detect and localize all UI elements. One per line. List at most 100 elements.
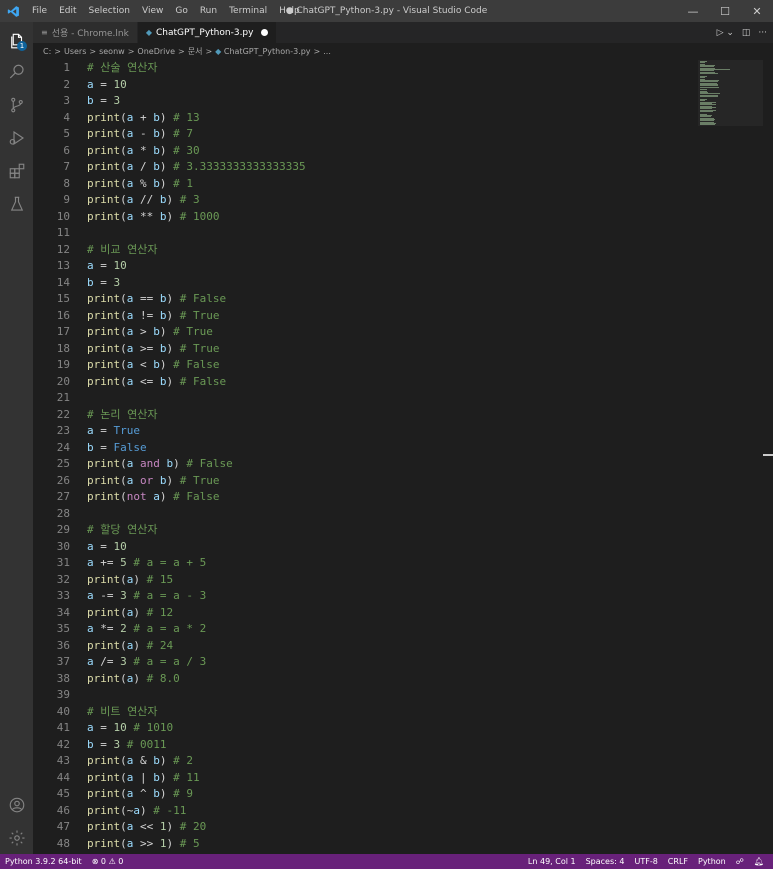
modified-dot-icon[interactable] [261,29,269,36]
account-icon[interactable] [0,788,33,821]
maximize-button[interactable]: ☐ [709,0,741,22]
code-line[interactable]: 32 print(a) # 15 [33,572,693,589]
code-line[interactable]: 5 print(a - b) # 7 [33,126,693,143]
code-line[interactable]: 26 print(a or b) # True [33,473,693,490]
code-line[interactable]: 11 [33,225,693,242]
problems-count[interactable]: ⊗ 0 ⚠ 0 [87,857,129,866]
cursor-position[interactable]: Ln 49, Col 1 [523,857,581,866]
code-text: a = True [87,423,140,440]
menu-help[interactable]: Help [273,0,306,22]
code-line[interactable]: 37 a /= 3 # a = a / 3 [33,654,693,671]
menu-selection[interactable]: Selection [83,0,136,22]
code-line[interactable]: 30 a = 10 [33,539,693,556]
end-of-line[interactable]: CRLF [663,857,693,866]
breadcrumb-symbols[interactable]: ... [323,47,331,56]
source-control-icon[interactable] [0,88,33,121]
breadcrumb-onedrive[interactable]: OneDrive [137,47,175,56]
code-line[interactable]: 46 print(~a) # -11 [33,803,693,820]
code-line[interactable]: 9 print(a // b) # 3 [33,192,693,209]
notifications-bell-icon[interactable]: 🔔︎ [749,857,769,866]
menu-run[interactable]: Run [194,0,223,22]
breadcrumb-seonw[interactable]: seonw [99,47,125,56]
code-text: a *= 2 # a = a * 2 [87,621,206,638]
run-python-file-button[interactable]: ▷ ⌄ [717,28,734,38]
code-line[interactable]: 34 print(a) # 12 [33,605,693,622]
language-mode[interactable]: Python [693,857,731,866]
more-actions-button[interactable]: ··· [758,28,767,38]
code-line[interactable]: 22 # 논리 연산자 [33,407,693,424]
code-line[interactable]: 23 a = True [33,423,693,440]
minimize-button[interactable]: — [677,0,709,22]
code-line[interactable]: 19 print(a < b) # False [33,357,693,374]
code-line[interactable]: 17 print(a > b) # True [33,324,693,341]
breadcrumb-users[interactable]: Users [64,47,86,56]
code-line[interactable]: 4 print(a + b) # 13 [33,110,693,127]
breadcrumb-drive[interactable]: C: [43,47,51,56]
code-line[interactable]: 21 [33,390,693,407]
menu-edit[interactable]: Edit [53,0,82,22]
code-line[interactable]: 3b = 3 [33,93,693,110]
code-line[interactable]: 13 a = 10 [33,258,693,275]
code-token: # 30 [173,143,200,157]
extensions-icon[interactable] [0,154,33,187]
code-line[interactable]: 41 a = 10 # 1010 [33,720,693,737]
tab-chrome-lnk[interactable]: ≡ 선용 - Chrome.lnk [33,22,138,43]
code-line[interactable]: 39 [33,687,693,704]
close-button[interactable]: ✕ [741,0,773,22]
code-line[interactable]: 31 a += 5 # a = a + 5 [33,555,693,572]
code-line[interactable]: 33 a -= 3 # a = a - 3 [33,588,693,605]
code-line[interactable]: 25 print(a and b) # False [33,456,693,473]
code-line[interactable]: 44 print(a | b) # 11 [33,770,693,787]
code-editor[interactable]: 1 # 산술 연산자 2 a = 10 3 b = 3 4 print(a + b) # 13… [33,60,773,854]
split-editor-button[interactable]: ◫ [742,28,751,38]
menu-terminal[interactable]: Terminal [223,0,273,22]
code-line[interactable]: 10 print(a ** b) # 1000 [33,209,693,226]
explorer-icon[interactable]: 1 [0,24,33,57]
code-token: ) [159,176,174,190]
code-token: ) [133,638,147,652]
line-number: 29 [56,523,70,536]
breadcrumb-file[interactable]: ChatGPT_Python-3.py [224,47,311,56]
gear-icon[interactable] [0,821,33,854]
file-encoding[interactable]: UTF-8 [629,857,662,866]
code-line[interactable]: 48 print(a >> 1) # 5 [33,836,693,853]
code-line[interactable]: 14 b = 3 [33,275,693,292]
code-line[interactable]: 29 # 할당 연산자 [33,522,693,539]
tab-chatgpt-python-3[interactable]: ◆ ChatGPT_Python-3.py [137,22,278,43]
menu-file[interactable]: File [26,0,53,22]
vertical-scrollbar[interactable] [763,60,773,854]
code-line[interactable]: 42 b = 3 # 0011 [33,737,693,754]
menu-view[interactable]: View [136,0,169,22]
code-line[interactable]: 7 print(a / b) # 3.3333333333333335 [33,159,693,176]
run-debug-icon[interactable] [0,121,33,154]
code-line[interactable]: 16 print(a != b) # True [33,308,693,325]
code-line[interactable]: 2 a = 10 [33,77,693,94]
code-line[interactable]: 12 # 비교 연산자 [33,242,693,259]
code-line[interactable]: 47 print(a << 1) # 20 [33,819,693,836]
code-line[interactable]: 38 print(a) # 8.0 [33,671,693,688]
code-line[interactable]: 18 print(a >= b) # True [33,341,693,358]
code-line[interactable]: 36 print(a) # 24 [33,638,693,655]
code-line[interactable]: 27 print(not a) # False [33,489,693,506]
code-token: b [87,275,94,289]
code-line[interactable]: 45 print(a ^ b) # 9 [33,786,693,803]
minimap[interactable] [698,60,763,126]
feedback-icon[interactable]: ☍ [731,857,749,866]
code-line[interactable]: 35 a *= 2 # a = a * 2 [33,621,693,638]
code-line[interactable]: 8 print(a % b) # 1 [33,176,693,193]
code-line[interactable]: 28 [33,506,693,523]
breadcrumb-documents[interactable]: 문서 [188,47,203,56]
python-interpreter[interactable]: Python 3.9.2 64-bit [0,857,87,866]
code-line[interactable]: 6 print(a * b) # 30 [33,143,693,160]
code-line[interactable]: 1 # 산술 연산자 [33,60,693,77]
menu-go[interactable]: Go [169,0,193,22]
search-icon[interactable] [0,55,33,88]
testing-icon[interactable] [0,187,33,220]
code-line[interactable]: 40 # 비트 연산자 [33,704,693,721]
code-line[interactable]: 15 print(a == b) # False [33,291,693,308]
code-line[interactable]: 43 print(a & b) # 2 [33,753,693,770]
code-line[interactable]: 24 b = False [33,440,693,457]
indentation[interactable]: Spaces: 4 [581,857,630,866]
code-line[interactable]: 20 print(a <= b) # False [33,374,693,391]
code-token: a [87,539,94,553]
